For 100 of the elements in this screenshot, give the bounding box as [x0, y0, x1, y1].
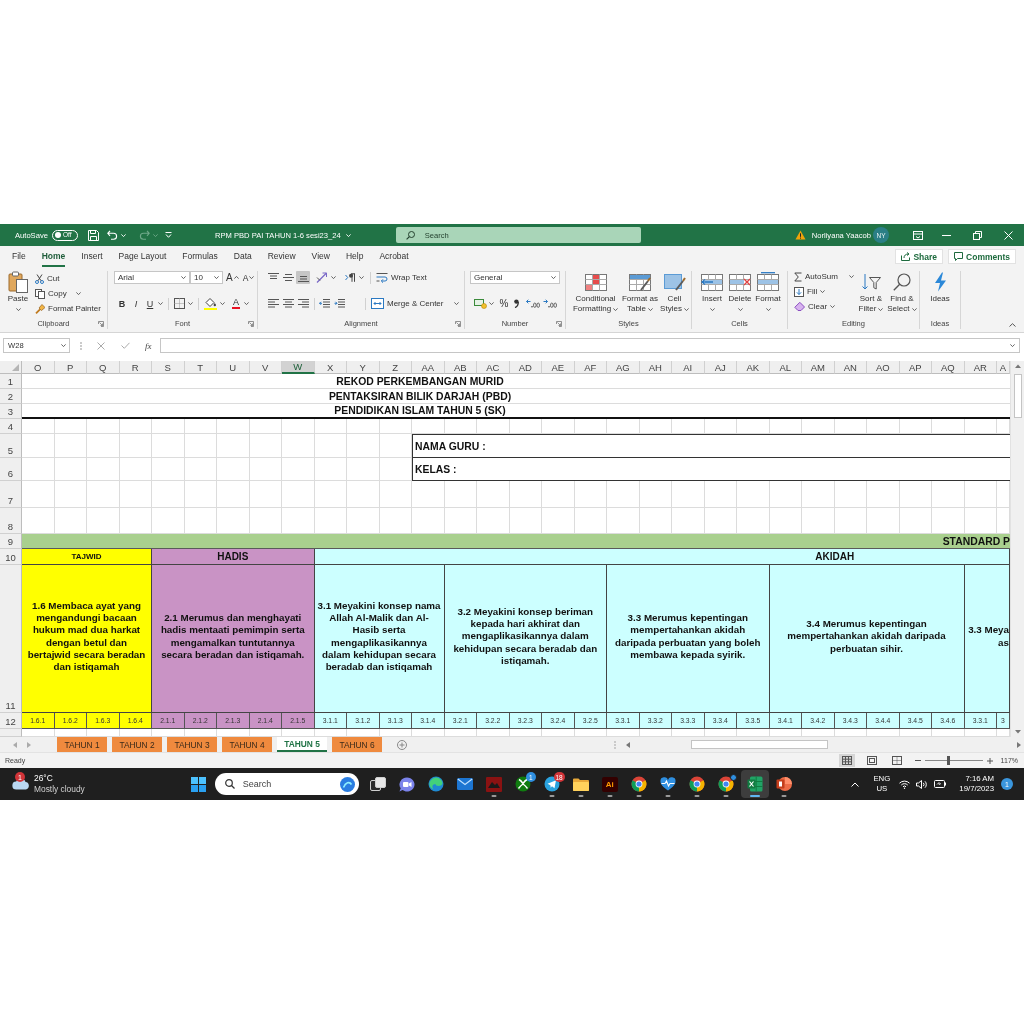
ribbon-tab[interactable]: View	[311, 248, 330, 267]
column-header[interactable]: R	[119, 361, 152, 374]
clear-button[interactable]: Clear	[794, 299, 854, 314]
font-size-field[interactable]: 10	[190, 271, 223, 284]
align-middle-button[interactable]	[281, 271, 295, 284]
column-header[interactable]: W	[282, 361, 315, 374]
previous-sheet-icon[interactable]	[13, 741, 17, 748]
add-sheet-icon[interactable]	[397, 739, 407, 750]
column-header[interactable]: Z	[379, 361, 412, 374]
underline-button[interactable]: U	[145, 297, 155, 310]
scroll-down-icon[interactable]	[1014, 730, 1021, 734]
save-icon[interactable]	[87, 229, 99, 241]
delete-cells-button[interactable]: Delete	[726, 271, 754, 314]
scroll-left-icon[interactable]	[626, 741, 630, 748]
font-color-button[interactable]: A	[231, 297, 241, 310]
column-header[interactable]: AD	[509, 361, 542, 374]
decrease-indent-icon[interactable]	[319, 299, 330, 308]
minimize-icon[interactable]	[942, 234, 951, 236]
column-header[interactable]: AN	[834, 361, 867, 374]
start-icon[interactable]	[190, 776, 206, 792]
customize-icon[interactable]	[164, 232, 172, 238]
format-as-table-button[interactable]: Format as Table	[621, 271, 659, 314]
column-header[interactable]: U	[217, 361, 250, 374]
slider-thumb[interactable]	[946, 756, 950, 765]
number-format-field[interactable]: General	[470, 271, 560, 284]
battery-icon[interactable]	[934, 780, 947, 788]
sheet-tab[interactable]: TAHUN 3	[167, 737, 217, 752]
find-select-button[interactable]: Find & Select	[885, 271, 918, 314]
column-header[interactable]: A	[997, 361, 1010, 374]
row-header[interactable]: 12	[0, 713, 22, 729]
ribbon-tab[interactable]: Page Layout	[118, 248, 167, 267]
column-header[interactable]: O	[22, 361, 55, 374]
row-header[interactable]: 5	[0, 434, 22, 458]
align-center-icon[interactable]	[283, 299, 294, 308]
ribbon-tab[interactable]: File	[12, 248, 26, 267]
column-header[interactable]: AH	[639, 361, 672, 374]
close-icon[interactable]	[1004, 230, 1013, 240]
undo-icon[interactable]	[106, 230, 118, 240]
sheet-tab[interactable]: TAHUN 4	[222, 737, 272, 752]
caret-icon[interactable]	[152, 233, 158, 237]
column-header[interactable]: AL	[769, 361, 802, 374]
dialog-launcher-icon[interactable]	[455, 320, 461, 327]
scroll-right-icon[interactable]	[1017, 741, 1021, 748]
warning-icon[interactable]	[794, 230, 806, 240]
column-header[interactable]: T	[184, 361, 217, 374]
row-header[interactable]: 3	[0, 404, 22, 419]
caret-icon[interactable]	[331, 276, 336, 279]
ribbon-tab[interactable]: Formulas	[182, 248, 218, 267]
column-header[interactable]: AP	[899, 361, 932, 374]
row-header[interactable]	[0, 729, 22, 737]
search-field[interactable]: Search	[214, 773, 359, 795]
wrap-text-button[interactable]: Wrap Text	[376, 270, 427, 285]
column-header[interactable]: X	[314, 361, 347, 374]
cancel-icon[interactable]	[97, 341, 105, 350]
align-bottom-button[interactable]	[296, 271, 310, 284]
caret-icon[interactable]	[188, 302, 193, 305]
column-header[interactable]: AB	[444, 361, 477, 374]
copy-button[interactable]: Copy	[35, 286, 101, 301]
ribbon-tab[interactable]: Insert	[81, 248, 103, 267]
ribbon-display-icon[interactable]	[913, 230, 923, 240]
sort-filter-button[interactable]: Sort & Filter	[855, 271, 886, 314]
sheet-tab[interactable]: TAHUN 6	[332, 737, 382, 752]
paste-button[interactable]: Paste	[6, 271, 30, 314]
insert-cells-button[interactable]: Insert	[698, 271, 726, 314]
column-header[interactable]: AC	[477, 361, 510, 374]
empty-cell[interactable]	[997, 419, 1010, 434]
cut-button[interactable]: Cut	[35, 271, 101, 286]
column-header[interactable]: Q	[87, 361, 120, 374]
insert-function-button[interactable]: fx	[145, 340, 152, 351]
align-right-icon[interactable]	[298, 299, 309, 308]
sheet-tab[interactable]: TAHUN 2	[112, 737, 162, 752]
row-header[interactable]: 2	[0, 389, 22, 404]
italic-button[interactable]: I	[131, 297, 141, 310]
vertical-scrollbar[interactable]	[1010, 361, 1024, 737]
dialog-launcher-icon[interactable]	[98, 320, 104, 327]
scroll-up-icon[interactable]	[1014, 364, 1021, 368]
column-header[interactable]: AJ	[704, 361, 737, 374]
ribbon-tab[interactable]: Review	[267, 248, 296, 267]
decrease-decimal-icon[interactable]	[543, 299, 557, 308]
taskbar-app-button[interactable]	[740, 770, 769, 798]
column-header[interactable]: S	[152, 361, 185, 374]
column-header[interactable]: V	[249, 361, 282, 374]
dialog-launcher-icon[interactable]	[248, 320, 254, 327]
column-header[interactable]: AE	[542, 361, 575, 374]
caret-icon[interactable]	[359, 276, 364, 279]
percent-button[interactable]: %	[499, 297, 509, 310]
ribbon-tab[interactable]: Help	[345, 248, 364, 267]
row-header[interactable]: 7	[0, 481, 22, 508]
restore-icon[interactable]	[973, 230, 982, 240]
chevron-up-icon[interactable]	[851, 781, 860, 787]
wifi-icon[interactable]	[899, 779, 911, 789]
text-direction-icon[interactable]	[345, 273, 356, 282]
row-header[interactable]: 8	[0, 508, 22, 534]
align-left-icon[interactable]	[268, 299, 279, 308]
row-header[interactable]: 9	[0, 534, 22, 549]
grow-font-button[interactable]: A	[226, 271, 239, 284]
column-header[interactable]: P	[54, 361, 87, 374]
fill-color-icon[interactable]	[204, 297, 217, 310]
format-cells-button[interactable]: Format	[754, 271, 782, 314]
ideas-button[interactable]: Ideas	[924, 271, 956, 304]
